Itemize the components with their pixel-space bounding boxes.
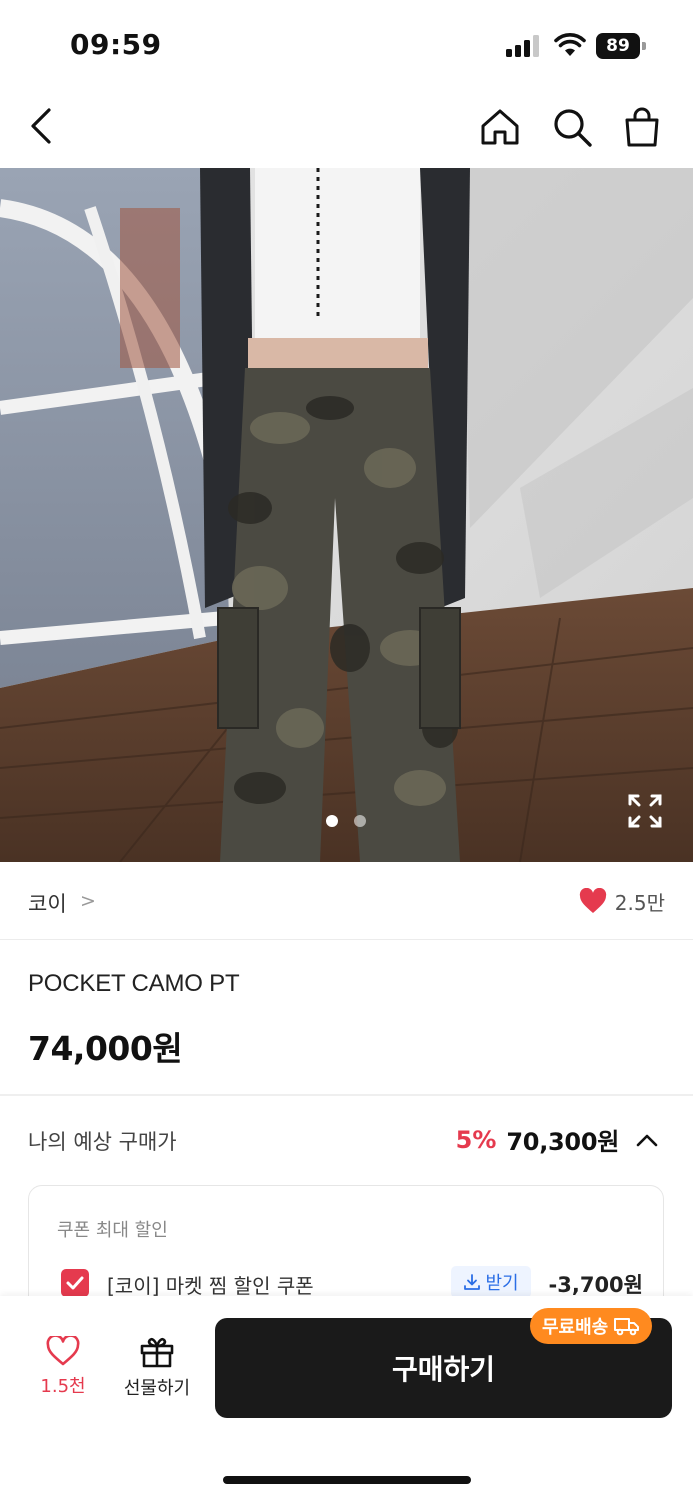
bottom-action-bar: 1.5천 선물하기 구매하기 무료배송 [0, 1296, 693, 1500]
estimated-price-value: 70,300원 [506, 1128, 619, 1156]
home-indicator [223, 1476, 471, 1484]
product-photo [0, 168, 693, 862]
coupon-get-button[interactable]: 받기 [451, 1266, 531, 1298]
brand-like-button[interactable]: 2.5만 [579, 886, 665, 916]
coupon-get-label: 받기 [485, 1273, 519, 1294]
home-icon[interactable] [478, 105, 522, 149]
product-title: POCKET CAMO PT [28, 970, 240, 997]
truck-icon [614, 1318, 640, 1336]
top-navigation [0, 90, 693, 168]
gift-button[interactable]: 선물하기 [112, 1336, 202, 1406]
coupon-checkbox[interactable] [61, 1269, 89, 1297]
product-image-gallery[interactable] [0, 168, 693, 862]
shopping-bag-icon[interactable] [620, 105, 664, 149]
battery-level: 89 [596, 33, 640, 59]
estimated-price-row[interactable]: 나의 예상 구매가 5% 70,300원 [0, 1096, 693, 1184]
brand-name-link[interactable]: 코이 [28, 888, 67, 918]
gift-label: 선물하기 [123, 1378, 191, 1399]
download-icon [464, 1274, 481, 1290]
battery-cap [642, 42, 646, 50]
buy-button-label: 구매하기 [391, 1353, 496, 1386]
estimated-price-summary: 5% 70,300원 [456, 1122, 659, 1157]
coupon-panel-title: 쿠폰 최대 할인 [57, 1220, 168, 1241]
search-icon[interactable] [550, 105, 594, 149]
product-price: 74,000원 [28, 1029, 183, 1068]
status-time: 09:59 [70, 28, 162, 61]
free-shipping-badge: 무료배송 [530, 1308, 653, 1344]
free-shipping-label: 무료배송 [542, 1317, 609, 1338]
chevron-left-icon[interactable] [22, 106, 62, 146]
status-bar: 09:59 89 [0, 0, 693, 90]
battery-indicator: 89 [596, 33, 646, 59]
wishlist-button[interactable]: 1.5천 [30, 1336, 96, 1406]
discount-percent: 5% [455, 1125, 497, 1154]
coupon-name: [코이] 마켓 찜 할인 쿠폰 [107, 1274, 314, 1298]
brand-row: 코이 > 2.5만 [0, 862, 693, 940]
chevron-right-icon: > [80, 890, 96, 912]
gallery-dot[interactable] [354, 815, 366, 827]
expand-icon[interactable] [626, 792, 664, 830]
estimated-price-label: 나의 예상 구매가 [28, 1130, 177, 1154]
gallery-pagination [322, 815, 372, 829]
gallery-dot-active[interactable] [326, 815, 338, 827]
gift-icon [140, 1337, 174, 1368]
wifi-icon [554, 33, 586, 56]
checkmark-icon [66, 1276, 84, 1290]
brand-likes-count: 2.5만 [614, 890, 665, 915]
wishlist-count: 1.5천 [40, 1376, 86, 1397]
chevron-up-icon[interactable] [635, 1128, 659, 1152]
cellular-signal-icon [506, 35, 542, 57]
coupon-amount: -3,700원 [548, 1273, 643, 1297]
heart-filled-icon [579, 888, 606, 913]
coupon-item: [코이] 마켓 찜 할인 쿠폰 받기 -3,700원 [59, 1266, 643, 1300]
heart-outline-icon [46, 1336, 80, 1366]
